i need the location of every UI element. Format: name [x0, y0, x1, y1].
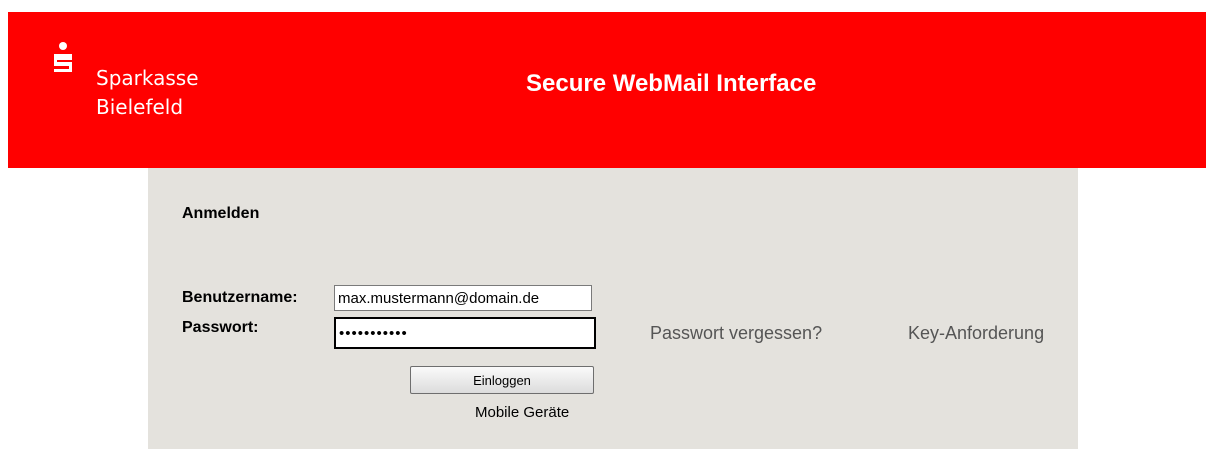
username-label: Benutzername: [182, 289, 298, 306]
bank-name-line1: Sparkasse [96, 66, 199, 90]
bank-name: Sparkasse Bielefeld [96, 64, 199, 122]
login-button[interactable]: Einloggen [410, 366, 594, 394]
bank-name-line2: Bielefeld [96, 95, 184, 119]
password-label: Passwort: [182, 319, 259, 336]
page-title: Secure WebMail Interface [526, 70, 817, 97]
forgot-password-link[interactable]: Passwort vergessen? [650, 323, 822, 344]
username-input[interactable] [334, 285, 592, 311]
password-input[interactable] [334, 317, 596, 349]
login-heading: Anmelden [182, 205, 260, 222]
login-panel: Anmelden Benutzername: Passwort: Passwor… [148, 168, 1078, 449]
key-request-link[interactable]: Key-Anforderung [908, 323, 1044, 344]
bank-logo[interactable]: Sparkasse Bielefeld [52, 42, 252, 132]
header-banner: Sparkasse Bielefeld Secure WebMail Inter… [8, 12, 1206, 168]
mobile-devices-link[interactable]: Mobile Geräte [475, 404, 569, 421]
sparkasse-s-logo-icon [54, 42, 72, 72]
